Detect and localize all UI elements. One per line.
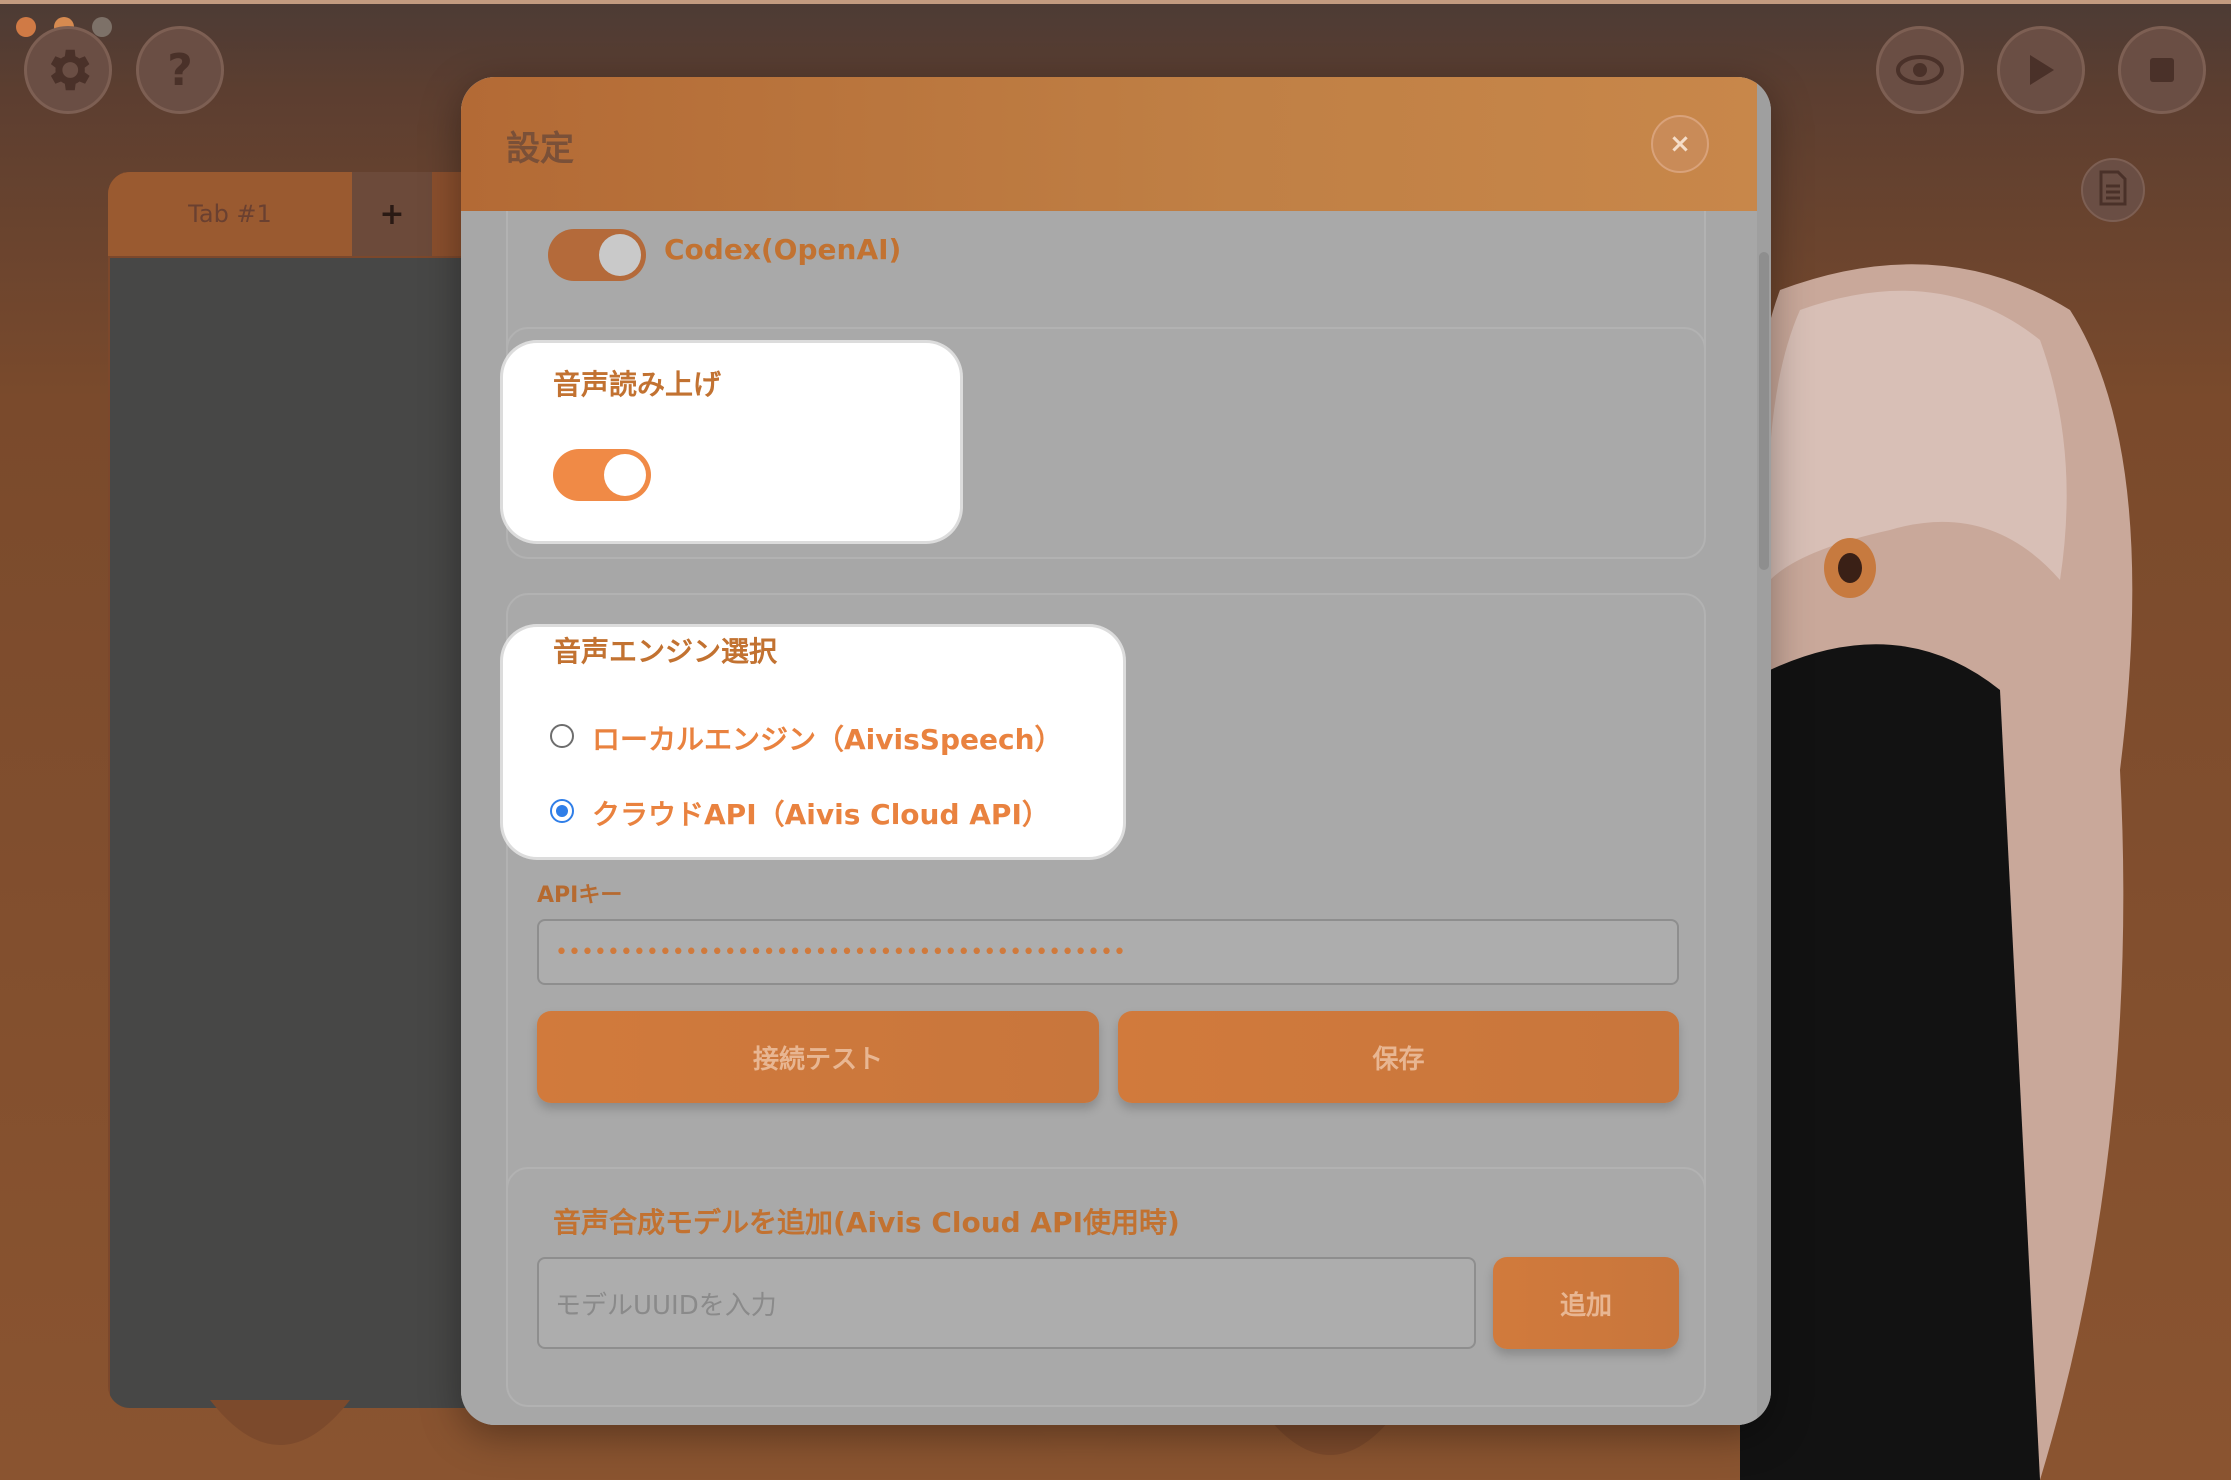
gear-icon xyxy=(41,43,95,97)
tab-1[interactable]: Tab #1 xyxy=(108,172,352,256)
settings-dialog: Codex(OpenAI) 音声読み上げ 音声エンジン選択 ローカルエンジン（A… xyxy=(461,77,1771,1425)
toggle-knob xyxy=(604,454,646,496)
model-uuid-input[interactable]: モデルUUIDを入力 xyxy=(537,1257,1476,1349)
tts-label: 音声読み上げ xyxy=(553,368,722,401)
radio-local-engine[interactable] xyxy=(550,724,574,748)
settings-scrollbar-thumb[interactable] xyxy=(1759,252,1769,570)
model-label: 音声合成モデルを追加(Aivis Cloud API使用時) xyxy=(553,1206,1180,1239)
radio-cloud-api-label[interactable]: クラウドAPI（Aivis Cloud API） xyxy=(592,793,1050,833)
chat-area xyxy=(110,258,506,1408)
character-avatar xyxy=(1740,264,2133,1480)
settings-dialog-body: Codex(OpenAI) 音声読み上げ 音声エンジン選択 ローカルエンジン（A… xyxy=(461,77,1757,1425)
engine-label: 音声エンジン選択 xyxy=(553,635,778,668)
save-button[interactable]: 保存 xyxy=(1118,1011,1679,1103)
add-model-button[interactable]: 追加 xyxy=(1493,1257,1679,1349)
stop-button[interactable] xyxy=(2118,26,2206,114)
eye-icon xyxy=(1895,53,1945,87)
document-icon xyxy=(2098,170,2128,210)
help-button[interactable]: ? xyxy=(136,26,224,114)
toggle-knob xyxy=(599,234,641,276)
bottom-decoration-left xyxy=(210,1400,350,1445)
settings-dialog-header: 設定 × xyxy=(461,77,1757,211)
play-button[interactable] xyxy=(1997,26,2085,114)
settings-button[interactable] xyxy=(24,26,112,114)
question-icon: ? xyxy=(167,44,193,96)
radio-cloud-api[interactable] xyxy=(550,799,574,823)
close-window-icon[interactable] xyxy=(16,17,36,37)
maximize-window-icon[interactable] xyxy=(92,17,112,37)
stop-icon xyxy=(2148,56,2176,84)
bottom-decoration-right xyxy=(1270,1420,1390,1455)
window-titlebar xyxy=(0,0,2231,4)
add-tab-button[interactable]: + xyxy=(352,172,432,256)
preview-button[interactable] xyxy=(1876,26,1964,114)
tts-toggle[interactable] xyxy=(553,449,651,501)
document-button[interactable] xyxy=(2081,158,2145,222)
connection-test-button[interactable]: 接続テスト xyxy=(537,1011,1099,1103)
api-key-input[interactable]: ••••••••••••••••••••••••••••••••••••••••… xyxy=(537,919,1679,985)
close-dialog-button[interactable]: × xyxy=(1651,115,1709,173)
chat-panel: Tab #1 + xyxy=(108,172,508,1408)
bottom-decoration-center xyxy=(1030,1420,1130,1470)
close-icon: × xyxy=(1669,129,1691,159)
api-key-label: APIキー xyxy=(537,883,623,908)
codex-toggle[interactable] xyxy=(548,229,646,281)
codex-label: Codex(OpenAI) xyxy=(664,233,902,266)
play-icon xyxy=(2026,53,2056,87)
radio-local-engine-label[interactable]: ローカルエンジン（AivisSpeech） xyxy=(592,718,1063,758)
dialog-title: 設定 xyxy=(506,129,574,169)
